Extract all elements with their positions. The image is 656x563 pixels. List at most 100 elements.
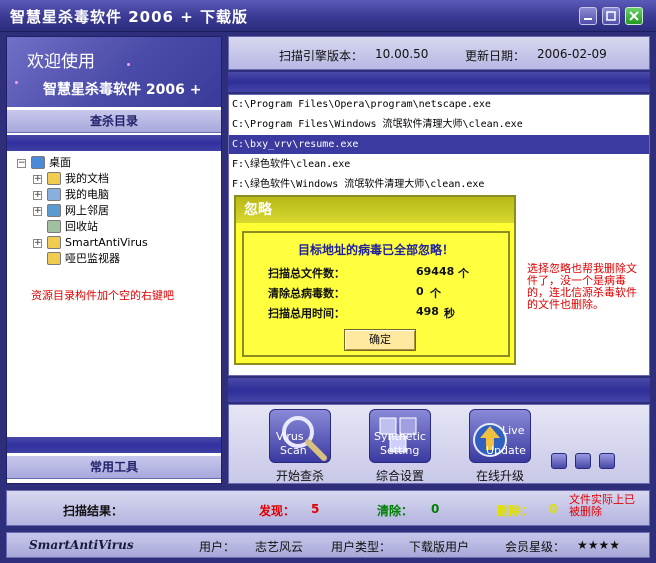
expand-icon[interactable]: + <box>33 191 42 200</box>
right-panel: 扫描引擎版本： 10.00.50 更新日期： 2006-02-09 C:\Pro… <box>228 36 650 484</box>
tool-en-line2: Update <box>486 444 526 457</box>
live-update-tile: Live Update <box>469 409 531 463</box>
user-value: 志艺风云 <box>255 540 304 554</box>
welcome-title: 欢迎使用 <box>27 52 95 72</box>
footer-bar: SmartAntiVirus 用户： 志艺风云 用户类型： 下载版用户 会员星级… <box>6 532 650 558</box>
deleted-value: 0 <box>549 502 558 516</box>
tools-panel: Virus Scan 开始查杀 Synthetic Setting 综合设置 L… <box>228 404 650 484</box>
computer-icon <box>47 188 61 201</box>
scan-result-bar: 扫描结果： 发现： 5 清除： 0 删除： 0 文件实际上已被删除 <box>6 490 650 526</box>
update-date-label: 更新日期： <box>465 49 526 63</box>
synthetic-setting-button[interactable]: Synthetic Setting 综合设置 <box>365 409 435 483</box>
dialog-message: 目标地址的病毒已全部忽略！ <box>297 243 454 257</box>
tree-item[interactable]: 哑巴监视器 <box>15 251 215 267</box>
cleared-value: 0 <box>431 502 440 516</box>
user-label: 用户： <box>199 540 236 554</box>
tool-en-line1: Virus <box>276 430 304 443</box>
tools-bar <box>228 378 650 402</box>
live-update-button[interactable]: Live Update 在线升级 <box>465 409 535 483</box>
deleted-label: 删除： <box>497 504 534 518</box>
maximize-icon <box>606 11 616 21</box>
tool-en-line2: Setting <box>380 444 420 457</box>
small-square-button[interactable] <box>575 453 591 469</box>
found-label: 发现： <box>259 504 296 518</box>
folder-icon <box>47 236 61 249</box>
total-files-unit: 个 <box>458 267 469 280</box>
tree-item[interactable]: − 桌面 <box>15 155 215 171</box>
virus-scan-button[interactable]: Virus Scan 开始查杀 <box>265 409 335 483</box>
desktop-icon <box>31 156 45 169</box>
dialog-title: 忽略 <box>236 197 514 223</box>
tree-item[interactable]: 回收站 <box>15 219 215 235</box>
log-row[interactable]: F:\绿色软件\Windows 流氓软件清理大师\clean.exe <box>229 175 649 194</box>
total-files-label: 扫描总文件数： <box>268 267 345 280</box>
tool-en-line1: Synthetic <box>374 430 426 443</box>
small-square-button[interactable] <box>551 453 567 469</box>
left-panel: 欢迎使用 智慧星杀毒软件 2006 + 查杀目录 − 桌面 + 我的文档 + 我的电脑 + 网… <box>6 36 222 484</box>
tree-item-label: SmartAntiVirus <box>65 236 148 249</box>
expand-icon[interactable]: + <box>33 175 42 184</box>
scan-log[interactable]: C:\Program Files\Opera\program\netscape.… <box>228 94 650 376</box>
found-value: 5 <box>311 502 320 516</box>
total-cleared-label: 清除总病毒数： <box>268 287 345 300</box>
tree-item-label: 哑巴监视器 <box>65 252 120 265</box>
update-date-value: 2006-02-09 <box>537 47 607 61</box>
synthetic-setting-tile: Synthetic Setting <box>369 409 431 463</box>
sparkle-icon <box>127 63 130 66</box>
header-bar <box>228 72 650 92</box>
tool-label: 综合设置 <box>375 469 424 483</box>
cleared-label: 清除： <box>377 504 414 518</box>
ok-button[interactable]: 确定 <box>344 329 416 351</box>
dialog-body: 目标地址的病毒已全部忽略！ 扫描总文件数： 69448 个 清除总病毒数： 0 … <box>242 231 510 357</box>
welcome-product-name: 智慧星杀毒软件 2006 + <box>43 82 202 98</box>
tree-item[interactable]: + 我的文档 <box>15 171 215 187</box>
member-level-stars: ★★★★ <box>577 538 621 552</box>
tree-item[interactable]: + 我的电脑 <box>15 187 215 203</box>
annotation-right: 选择忽略也帮我删除文件了，没一个是病毒的，连北信源杀毒软件的文件也删除。 <box>527 262 637 311</box>
total-cleared-value: 0 <box>416 285 424 298</box>
member-level-label: 会员星级： <box>505 540 566 554</box>
tree-item-label: 我的电脑 <box>65 188 109 201</box>
annotation-status: 文件实际上已被删除 <box>569 493 635 518</box>
tree-item[interactable]: + SmartAntiVirus <box>15 235 215 251</box>
tool-label: 开始查杀 <box>275 469 324 483</box>
total-files-value: 69448 <box>416 265 455 278</box>
network-icon <box>47 204 61 217</box>
recycle-bin-icon <box>47 220 61 233</box>
user-type-value: 下载版用户 <box>409 540 470 554</box>
total-time-unit: 秒 <box>444 307 455 320</box>
tree-item-label: 我的文档 <box>65 172 109 185</box>
close-button[interactable] <box>625 7 643 25</box>
engine-version-value: 10.00.50 <box>375 47 429 61</box>
tree-item-label: 网上邻居 <box>65 204 109 217</box>
total-time-value: 498 <box>416 305 439 318</box>
expand-icon[interactable]: + <box>33 207 42 216</box>
folder-icon <box>47 172 61 185</box>
log-row[interactable]: C:\Program Files\Windows 流氓软件清理大师\clean.… <box>229 115 649 134</box>
brand-logo: SmartAntiVirus <box>29 538 134 552</box>
total-cleared-unit: 个 <box>430 287 441 300</box>
expand-icon[interactable]: + <box>33 239 42 248</box>
annotation-left: 资源目录构件加个空的右键吧 <box>31 289 174 302</box>
directory-tree: − 桌面 + 我的文档 + 我的电脑 + 网上邻居回收站 + SmartAntiVirus 哑巴监视… <box>15 155 215 267</box>
tool-en-line1: Live <box>502 424 525 437</box>
title-bar: 智慧星杀毒软件 2006 + 下载版 <box>0 0 656 32</box>
tree-item[interactable]: + 网上邻居 <box>15 203 215 219</box>
collapse-icon[interactable]: − <box>17 159 26 168</box>
tree-item-label: 回收站 <box>65 220 98 233</box>
log-row-selected[interactable]: C:\bxy_vrv\resume.exe <box>229 135 649 154</box>
header-bar <box>7 135 221 151</box>
common-tools-header[interactable]: 常用工具 <box>7 455 221 479</box>
tool-label: 在线升级 <box>475 469 524 483</box>
log-row[interactable]: C:\Program Files\Opera\program\netscape.… <box>229 95 649 114</box>
window-title: 智慧星杀毒软件 2006 + 下载版 <box>10 8 248 26</box>
scan-directory-header: 查杀目录 <box>7 109 221 133</box>
log-row[interactable]: F:\绿色软件\clean.exe <box>229 155 649 174</box>
minimize-button[interactable] <box>579 7 597 25</box>
maximize-button[interactable] <box>602 7 620 25</box>
engine-version-label: 扫描引擎版本： <box>279 49 364 63</box>
scan-result-label: 扫描结果： <box>63 504 124 518</box>
minimize-icon <box>584 18 592 20</box>
small-square-button[interactable] <box>599 453 615 469</box>
ignore-dialog: 忽略 目标地址的病毒已全部忽略！ 扫描总文件数： 69448 个 清除总病毒数：… <box>234 195 516 365</box>
